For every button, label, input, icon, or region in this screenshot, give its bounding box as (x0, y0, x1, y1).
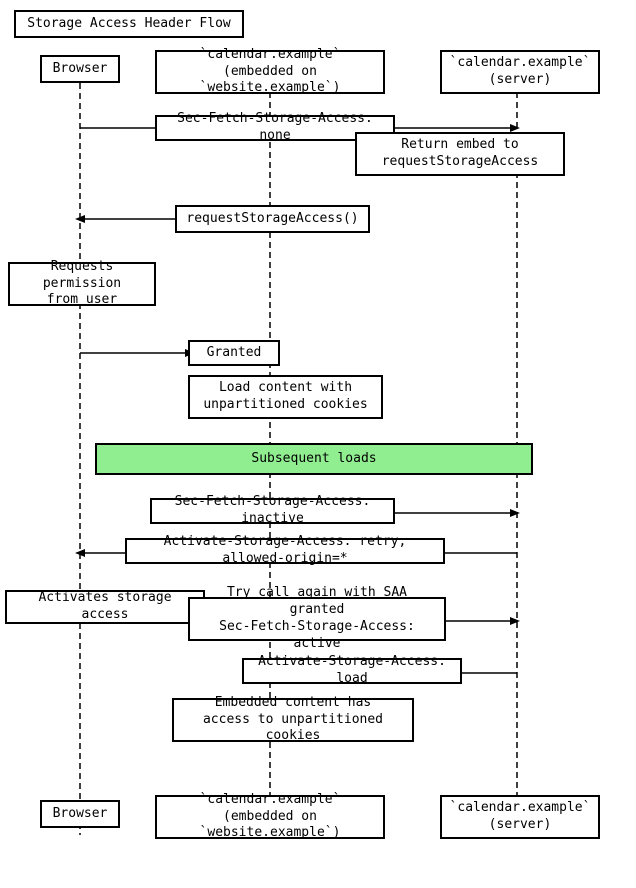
browser2-box: Browser (40, 800, 120, 828)
activate-retry-box: Activate-Storage-Access: retry; allowed-… (125, 538, 445, 564)
return-embed-box: Return embed to requestStorageAccess (355, 132, 565, 176)
diagram-container: Storage Access Header Flow Browser `cale… (0, 0, 636, 888)
activates-storage-box: Activates storage access (5, 590, 205, 624)
subsequent-loads-box: Subsequent loads (95, 443, 533, 475)
load-content-box: Load content with unpartitioned cookies (188, 375, 383, 419)
embedded-content-box: Embedded content has access to unpartiti… (172, 698, 414, 742)
server2-box: `calendar.example` (server) (440, 795, 600, 839)
embed1-box: `calendar.example` (embedded on `website… (155, 50, 385, 94)
server1-box: `calendar.example` (server) (440, 50, 600, 94)
embed2-box: `calendar.example` (embedded on `website… (155, 795, 385, 839)
granted-box: Granted (188, 340, 280, 366)
activate-load-box: Activate-Storage-Access: load (242, 658, 462, 684)
request-storage-box: requestStorageAccess() (175, 205, 370, 233)
title-box: Storage Access Header Flow (14, 10, 244, 38)
browser1-box: Browser (40, 55, 120, 83)
requests-perm-box: Requests permission from user (8, 262, 156, 306)
try-call-again-box: Try call again with SAA granted Sec-Fetc… (188, 597, 446, 641)
sec-fetch-inactive-box: Sec-Fetch-Storage-Access: inactive (150, 498, 395, 524)
